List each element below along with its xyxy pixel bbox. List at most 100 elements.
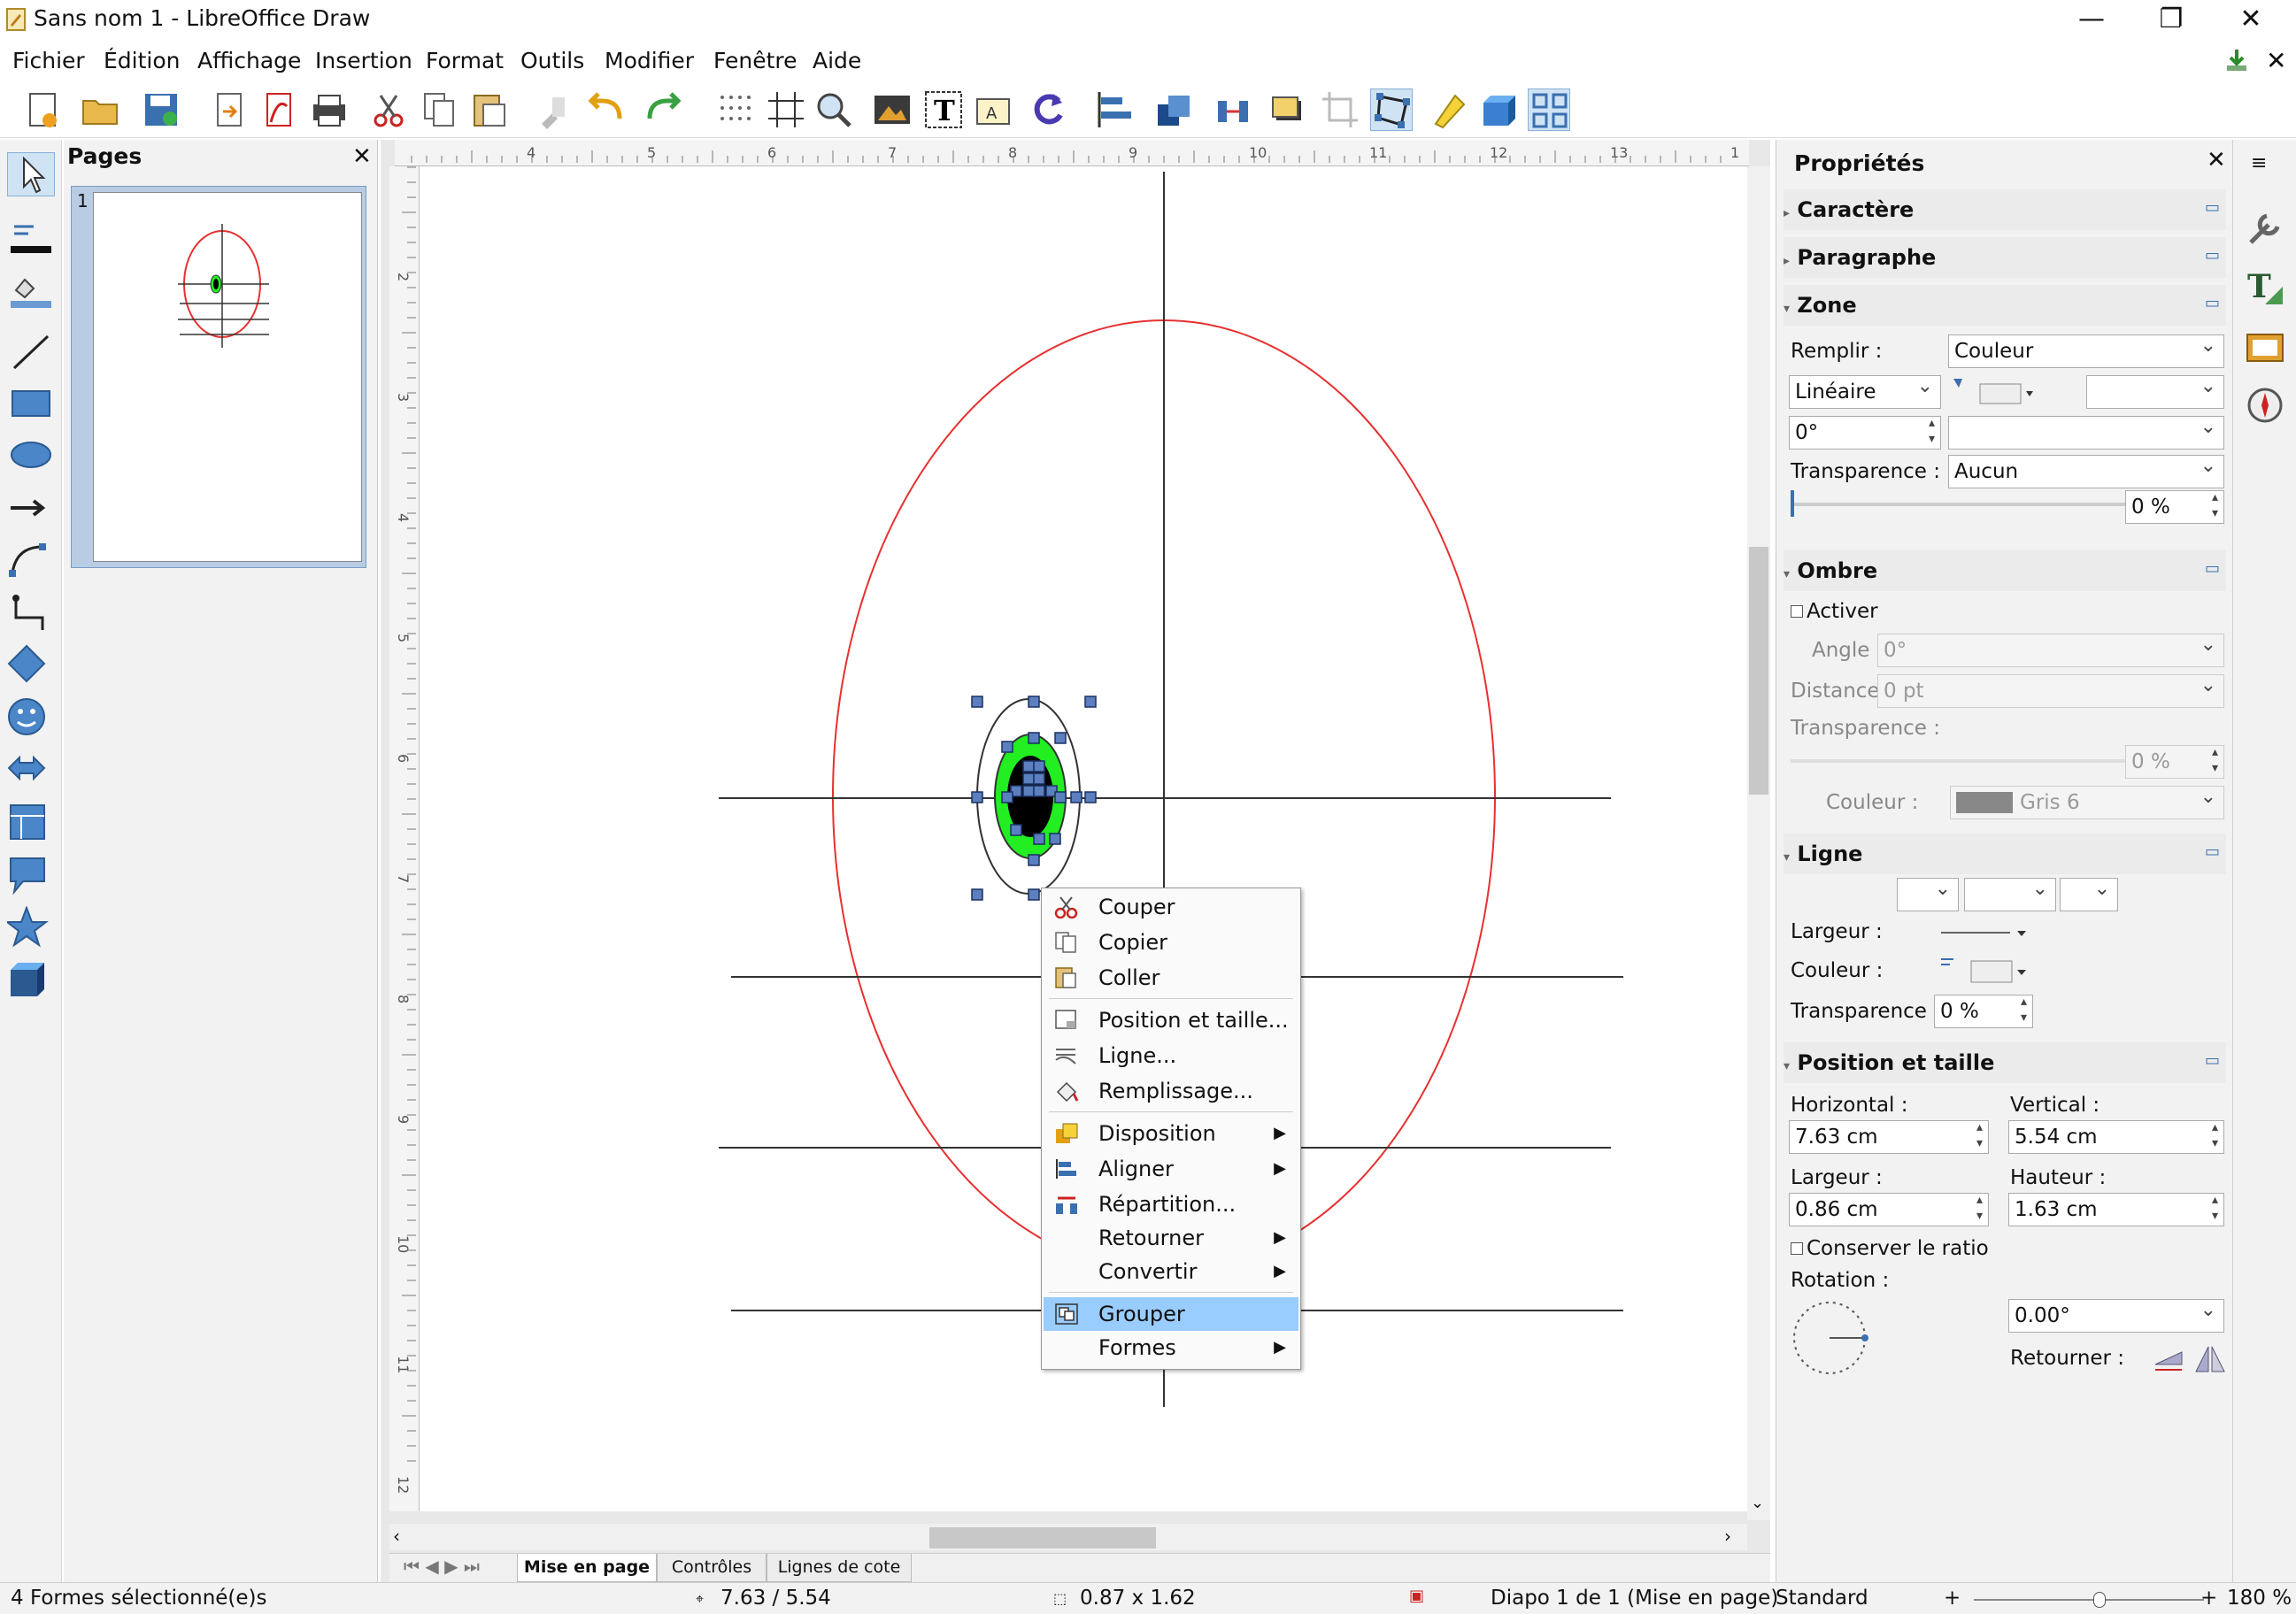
section-zone[interactable]: ▾ Zone (1784, 285, 2226, 326)
menu-fenetre[interactable]: Fenêtre (713, 48, 797, 73)
zoom-slider[interactable] (1974, 1592, 2204, 1608)
more-options-icon[interactable]: ▭ (2205, 842, 2220, 861)
select-tool[interactable] (7, 152, 55, 196)
clone-formatting-icon[interactable] (533, 88, 575, 131)
grid-icon[interactable] (713, 88, 756, 131)
gallery-icon[interactable] (2244, 326, 2286, 368)
vertical-scroll-thumb[interactable] (1749, 547, 1768, 795)
copy-icon[interactable] (418, 88, 460, 131)
horizontal-scrollbar[interactable]: ‹ › (389, 1524, 1747, 1550)
menu-item-repartition[interactable]: Répartition... (1044, 1187, 1298, 1221)
menu-item-position-taille[interactable]: Position et taille... (1044, 1003, 1298, 1037)
menu-modifier[interactable]: Modifier (605, 48, 694, 73)
tab-controles[interactable]: Contrôles (657, 1554, 767, 1582)
scroll-down-icon[interactable]: ⌄ (1751, 1494, 1764, 1512)
align-objects-icon[interactable] (1094, 88, 1136, 131)
save-icon[interactable] (140, 88, 182, 131)
block-arrows-icon[interactable] (7, 747, 55, 791)
menu-item-retourner[interactable]: Retourner ▶ (1044, 1221, 1298, 1255)
menu-item-ligne[interactable]: Ligne... (1044, 1039, 1298, 1072)
zoom-level[interactable]: 180 % (2227, 1587, 2292, 1610)
export-pdf-icon[interactable] (258, 88, 301, 131)
transparency-select[interactable]: Aucun (1948, 450, 2224, 488)
zoom-out-icon[interactable]: + (2200, 1587, 2217, 1610)
shadow-color-select[interactable]: Gris 6 (1950, 781, 2224, 819)
fill-color-icon[interactable] (7, 273, 55, 317)
line-style-select[interactable] (1964, 873, 2056, 911)
rotation-dial[interactable] (1789, 1297, 1874, 1382)
flowchart-icon[interactable] (7, 800, 55, 844)
line-start-arrow-select[interactable] (1897, 873, 1959, 911)
tab-nav-icons[interactable]: ⏮ ◀ ▶ ⏭ (404, 1556, 480, 1577)
transparency-slider[interactable] (1791, 490, 2127, 517)
shadow-enable-checkbox[interactable] (1791, 605, 1803, 618)
close-sidebar-icon[interactable]: ✕ (2207, 147, 2226, 173)
line-width-picker[interactable] (1936, 920, 2033, 947)
rotate-icon[interactable] (1029, 88, 1071, 131)
callout-icon[interactable] (7, 853, 55, 897)
menu-format[interactable]: Format (426, 48, 504, 73)
more-options-icon[interactable]: ▭ (2205, 198, 2220, 217)
minimize-button[interactable]: — (2052, 0, 2131, 41)
new-document-icon[interactable] (23, 88, 65, 131)
restore-button[interactable]: ❐ (2131, 0, 2211, 41)
vertical-scrollbar[interactable]: ⌄ (1747, 166, 1770, 1520)
crop-icon[interactable] (1319, 88, 1361, 131)
shadow-transparency-slider[interactable] (1791, 759, 2127, 763)
shadow-angle-field[interactable]: 0° (1877, 629, 2224, 667)
connector-tool-icon[interactable] (7, 591, 55, 635)
insert-textbox-icon[interactable]: T (922, 88, 965, 131)
close-button[interactable]: ✕ (2211, 0, 2291, 41)
line-color-picker[interactable] (1936, 954, 2033, 986)
section-paragraphe[interactable]: ▸ Paragraphe (1784, 237, 2226, 278)
flip-horizontal-icon[interactable] (2192, 1343, 2228, 1375)
scroll-right-icon[interactable]: › (1724, 1526, 1731, 1547)
close-pages-panel-icon[interactable]: ✕ (352, 143, 372, 170)
section-caractere[interactable]: ▸ Caractère (1784, 189, 2226, 230)
line-end-arrow-select[interactable] (2060, 873, 2118, 911)
basic-shapes-icon[interactable] (7, 642, 55, 687)
tab-lignes-de-cote[interactable]: Lignes de cote (767, 1554, 912, 1582)
rectangle-tool-icon[interactable] (7, 380, 55, 425)
line-arrow-icon[interactable] (7, 485, 55, 529)
menu-item-disposition[interactable]: Disposition ▶ (1044, 1117, 1298, 1150)
menu-aide[interactable]: Aide (813, 48, 861, 73)
zoom-slider-thumb[interactable] (2093, 1592, 2106, 1608)
3d-objects-icon[interactable] (7, 959, 55, 1003)
insert-image-icon[interactable] (871, 88, 913, 131)
scroll-left-icon[interactable]: ‹ (393, 1526, 400, 1547)
properties-wrench-icon[interactable] (2244, 207, 2286, 250)
menu-item-grouper[interactable]: Grouper (1044, 1297, 1298, 1331)
line-tool-icon[interactable] (7, 329, 55, 373)
cut-icon[interactable] (368, 88, 411, 131)
fill-type-select[interactable]: Couleur (1948, 330, 2224, 368)
section-ombre[interactable]: ▾ Ombre (1784, 550, 2226, 591)
menu-item-convertir[interactable]: Convertir ▶ (1044, 1255, 1298, 1288)
helplines-icon[interactable] (765, 88, 807, 131)
page-thumbnail-1[interactable]: 1 (71, 186, 366, 568)
rotation-field[interactable]: 0.00° (2008, 1295, 2224, 1333)
navigator-icon[interactable] (2244, 384, 2286, 427)
ellipse-tool-icon[interactable] (7, 432, 55, 476)
zoom-in-icon[interactable]: + (1944, 1587, 1961, 1610)
arrange-icon[interactable] (1152, 88, 1195, 131)
paste-icon[interactable] (467, 88, 510, 131)
open-folder-icon[interactable] (80, 88, 122, 131)
menu-edition[interactable]: Édition (104, 48, 181, 73)
fill-color-picker[interactable] (1950, 375, 2038, 409)
flip-vertical-icon[interactable] (2152, 1345, 2187, 1375)
curve-tool-icon[interactable] (7, 538, 55, 582)
section-position[interactable]: ▾ Position et taille (1784, 1042, 2226, 1083)
stars-icon[interactable] (7, 906, 55, 950)
symbol-shapes-icon[interactable] (7, 696, 55, 740)
width-field[interactable]: 0.86 cm (1789, 1192, 1989, 1226)
menu-item-aligner[interactable]: Aligner ▶ (1044, 1152, 1298, 1186)
menu-item-remplissage[interactable]: Remplissage... (1044, 1074, 1298, 1108)
document-modified-icon[interactable]: ▣ (1409, 1587, 1424, 1605)
keep-ratio-checkbox[interactable] (1791, 1242, 1803, 1255)
more-options-icon[interactable]: ▭ (2205, 559, 2220, 578)
menu-insertion[interactable]: Insertion (315, 48, 412, 73)
menu-item-formes[interactable]: Formes ▶ (1044, 1331, 1298, 1364)
styles-icon[interactable]: T (2244, 265, 2286, 308)
line-color-icon[interactable] (7, 219, 55, 264)
